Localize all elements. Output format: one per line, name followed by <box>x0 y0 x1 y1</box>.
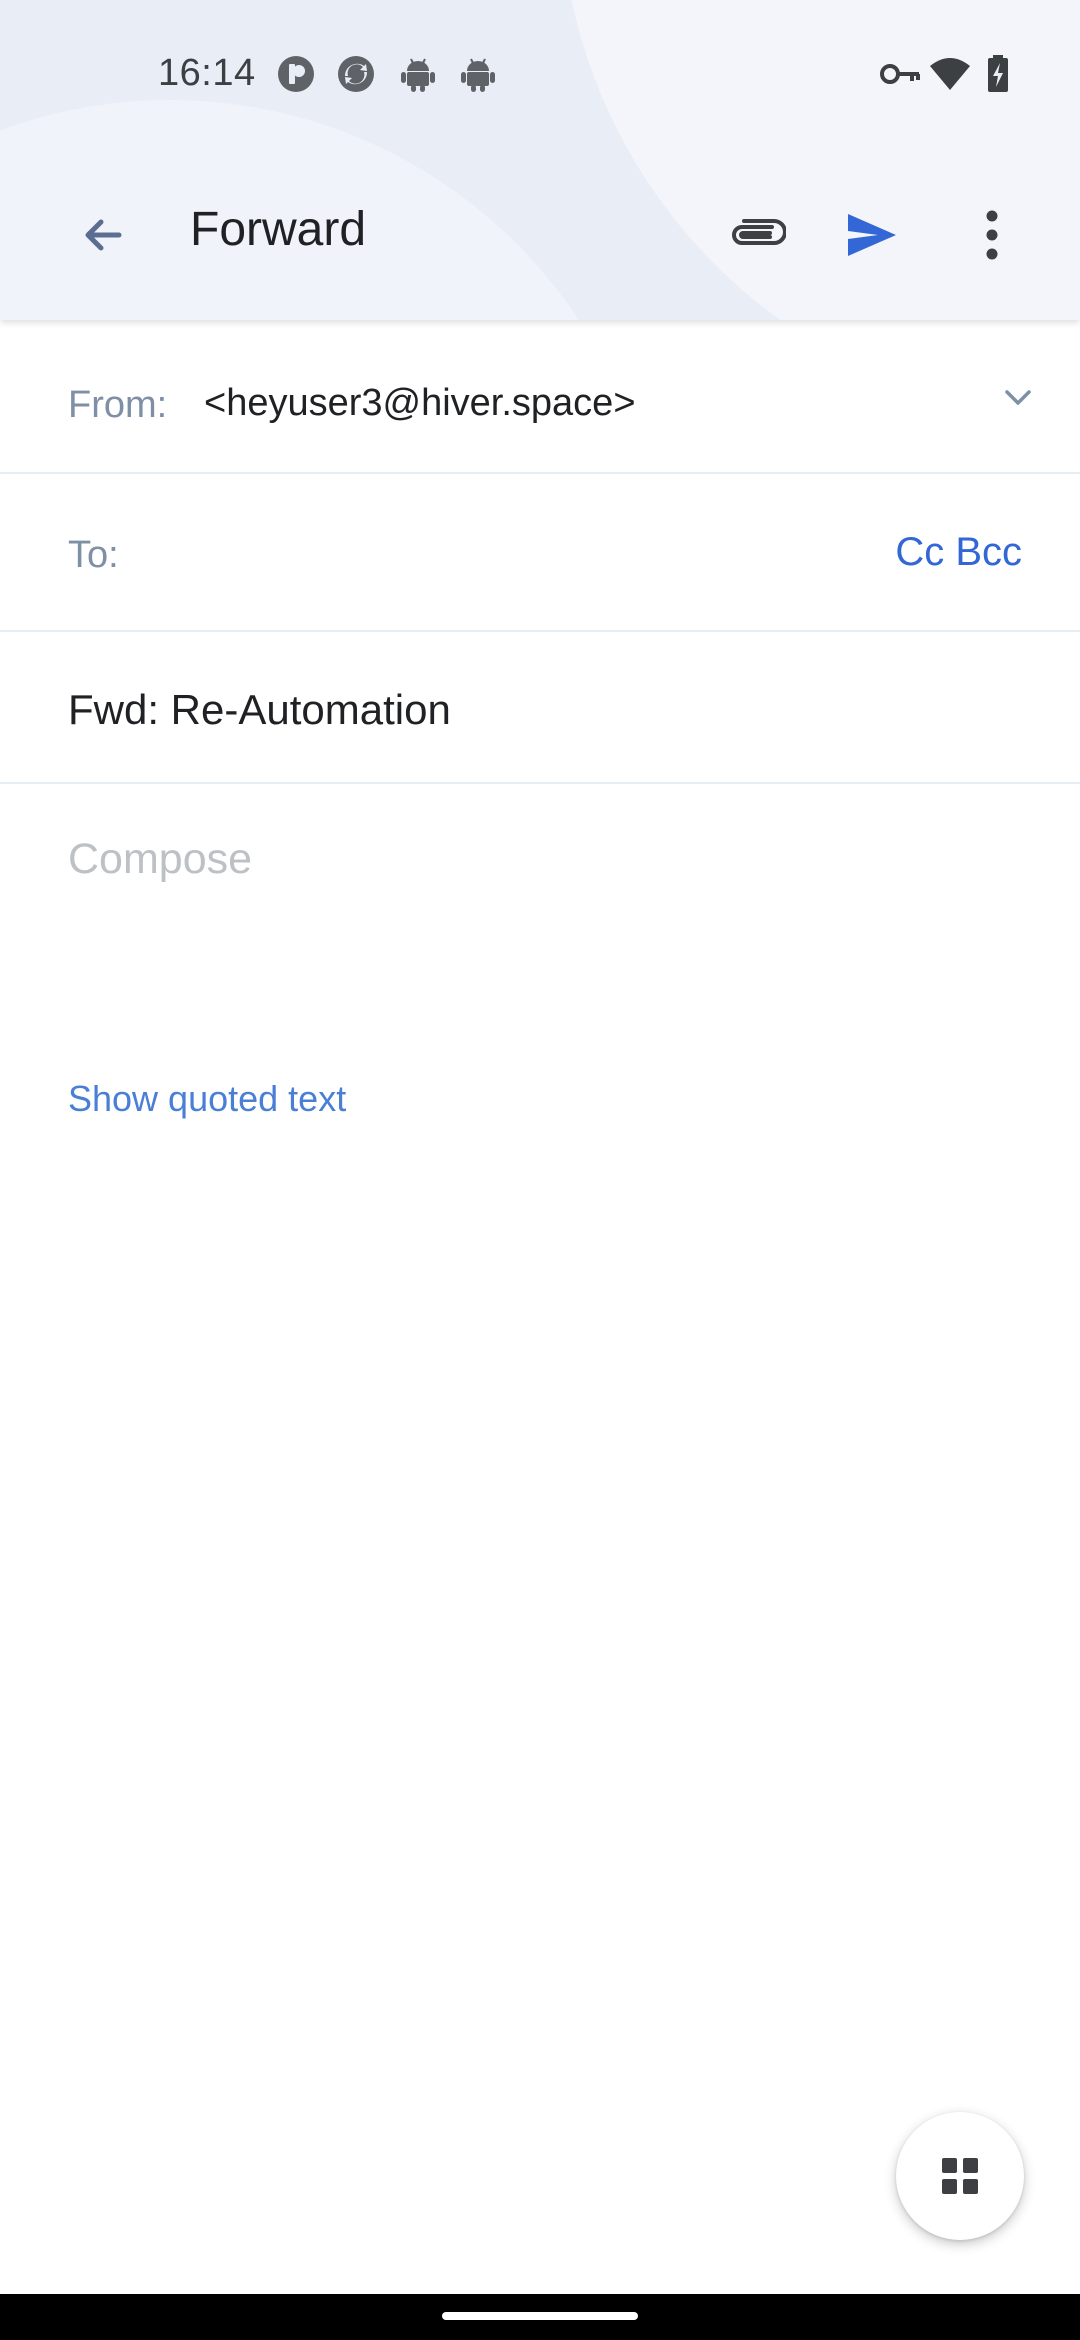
toolbar: Forward <box>0 180 1080 290</box>
from-row[interactable]: From: <heyuser3@hiver.space> <box>0 320 1080 474</box>
compose-screen: 16:14 Forward From: <heyuser3@hiver.spac… <box>0 0 1080 2340</box>
send-icon <box>848 214 896 256</box>
apps-fab-button[interactable] <box>896 2112 1024 2240</box>
vpn-key-icon <box>878 54 922 94</box>
chevron-down-icon[interactable] <box>996 376 1040 420</box>
app-notification-icon <box>276 54 316 94</box>
compose-body[interactable] <box>68 814 1028 904</box>
subject-row[interactable]: Fwd: Re-Automation <box>0 632 1080 784</box>
to-field[interactable] <box>150 514 850 594</box>
to-label: To: <box>68 534 119 576</box>
send-button[interactable] <box>822 180 922 290</box>
paperclip-icon <box>732 219 786 245</box>
sync-app-icon <box>336 54 376 94</box>
more-vert-icon <box>986 210 998 260</box>
subject-field[interactable]: Fwd: Re-Automation <box>68 686 451 734</box>
page-title: Forward <box>190 203 367 256</box>
wifi-icon <box>928 54 972 94</box>
back-button[interactable] <box>52 180 152 290</box>
from-label: From: <box>68 384 168 426</box>
cc-bcc-button[interactable]: Cc Bcc <box>895 530 1022 575</box>
to-row: To: Cc Bcc <box>0 474 1080 632</box>
app-header: 16:14 Forward <box>0 0 1080 320</box>
status-bar: 16:14 <box>0 0 1080 150</box>
apps-grid-icon <box>942 2158 978 2194</box>
android-icon <box>458 54 498 94</box>
attach-button[interactable] <box>706 180 806 290</box>
android-icon <box>398 54 438 94</box>
show-quoted-text-link[interactable]: Show quoted text <box>68 1078 346 1120</box>
arrow-back-icon <box>85 219 122 251</box>
home-gesture-handle[interactable] <box>442 2312 638 2320</box>
system-navigation-bar <box>0 2294 1080 2340</box>
from-account[interactable]: <heyuser3@hiver.space> <box>204 382 636 425</box>
battery-charging-icon <box>984 54 1012 94</box>
status-time: 16:14 <box>158 52 256 94</box>
more-options-button[interactable] <box>942 180 1042 290</box>
